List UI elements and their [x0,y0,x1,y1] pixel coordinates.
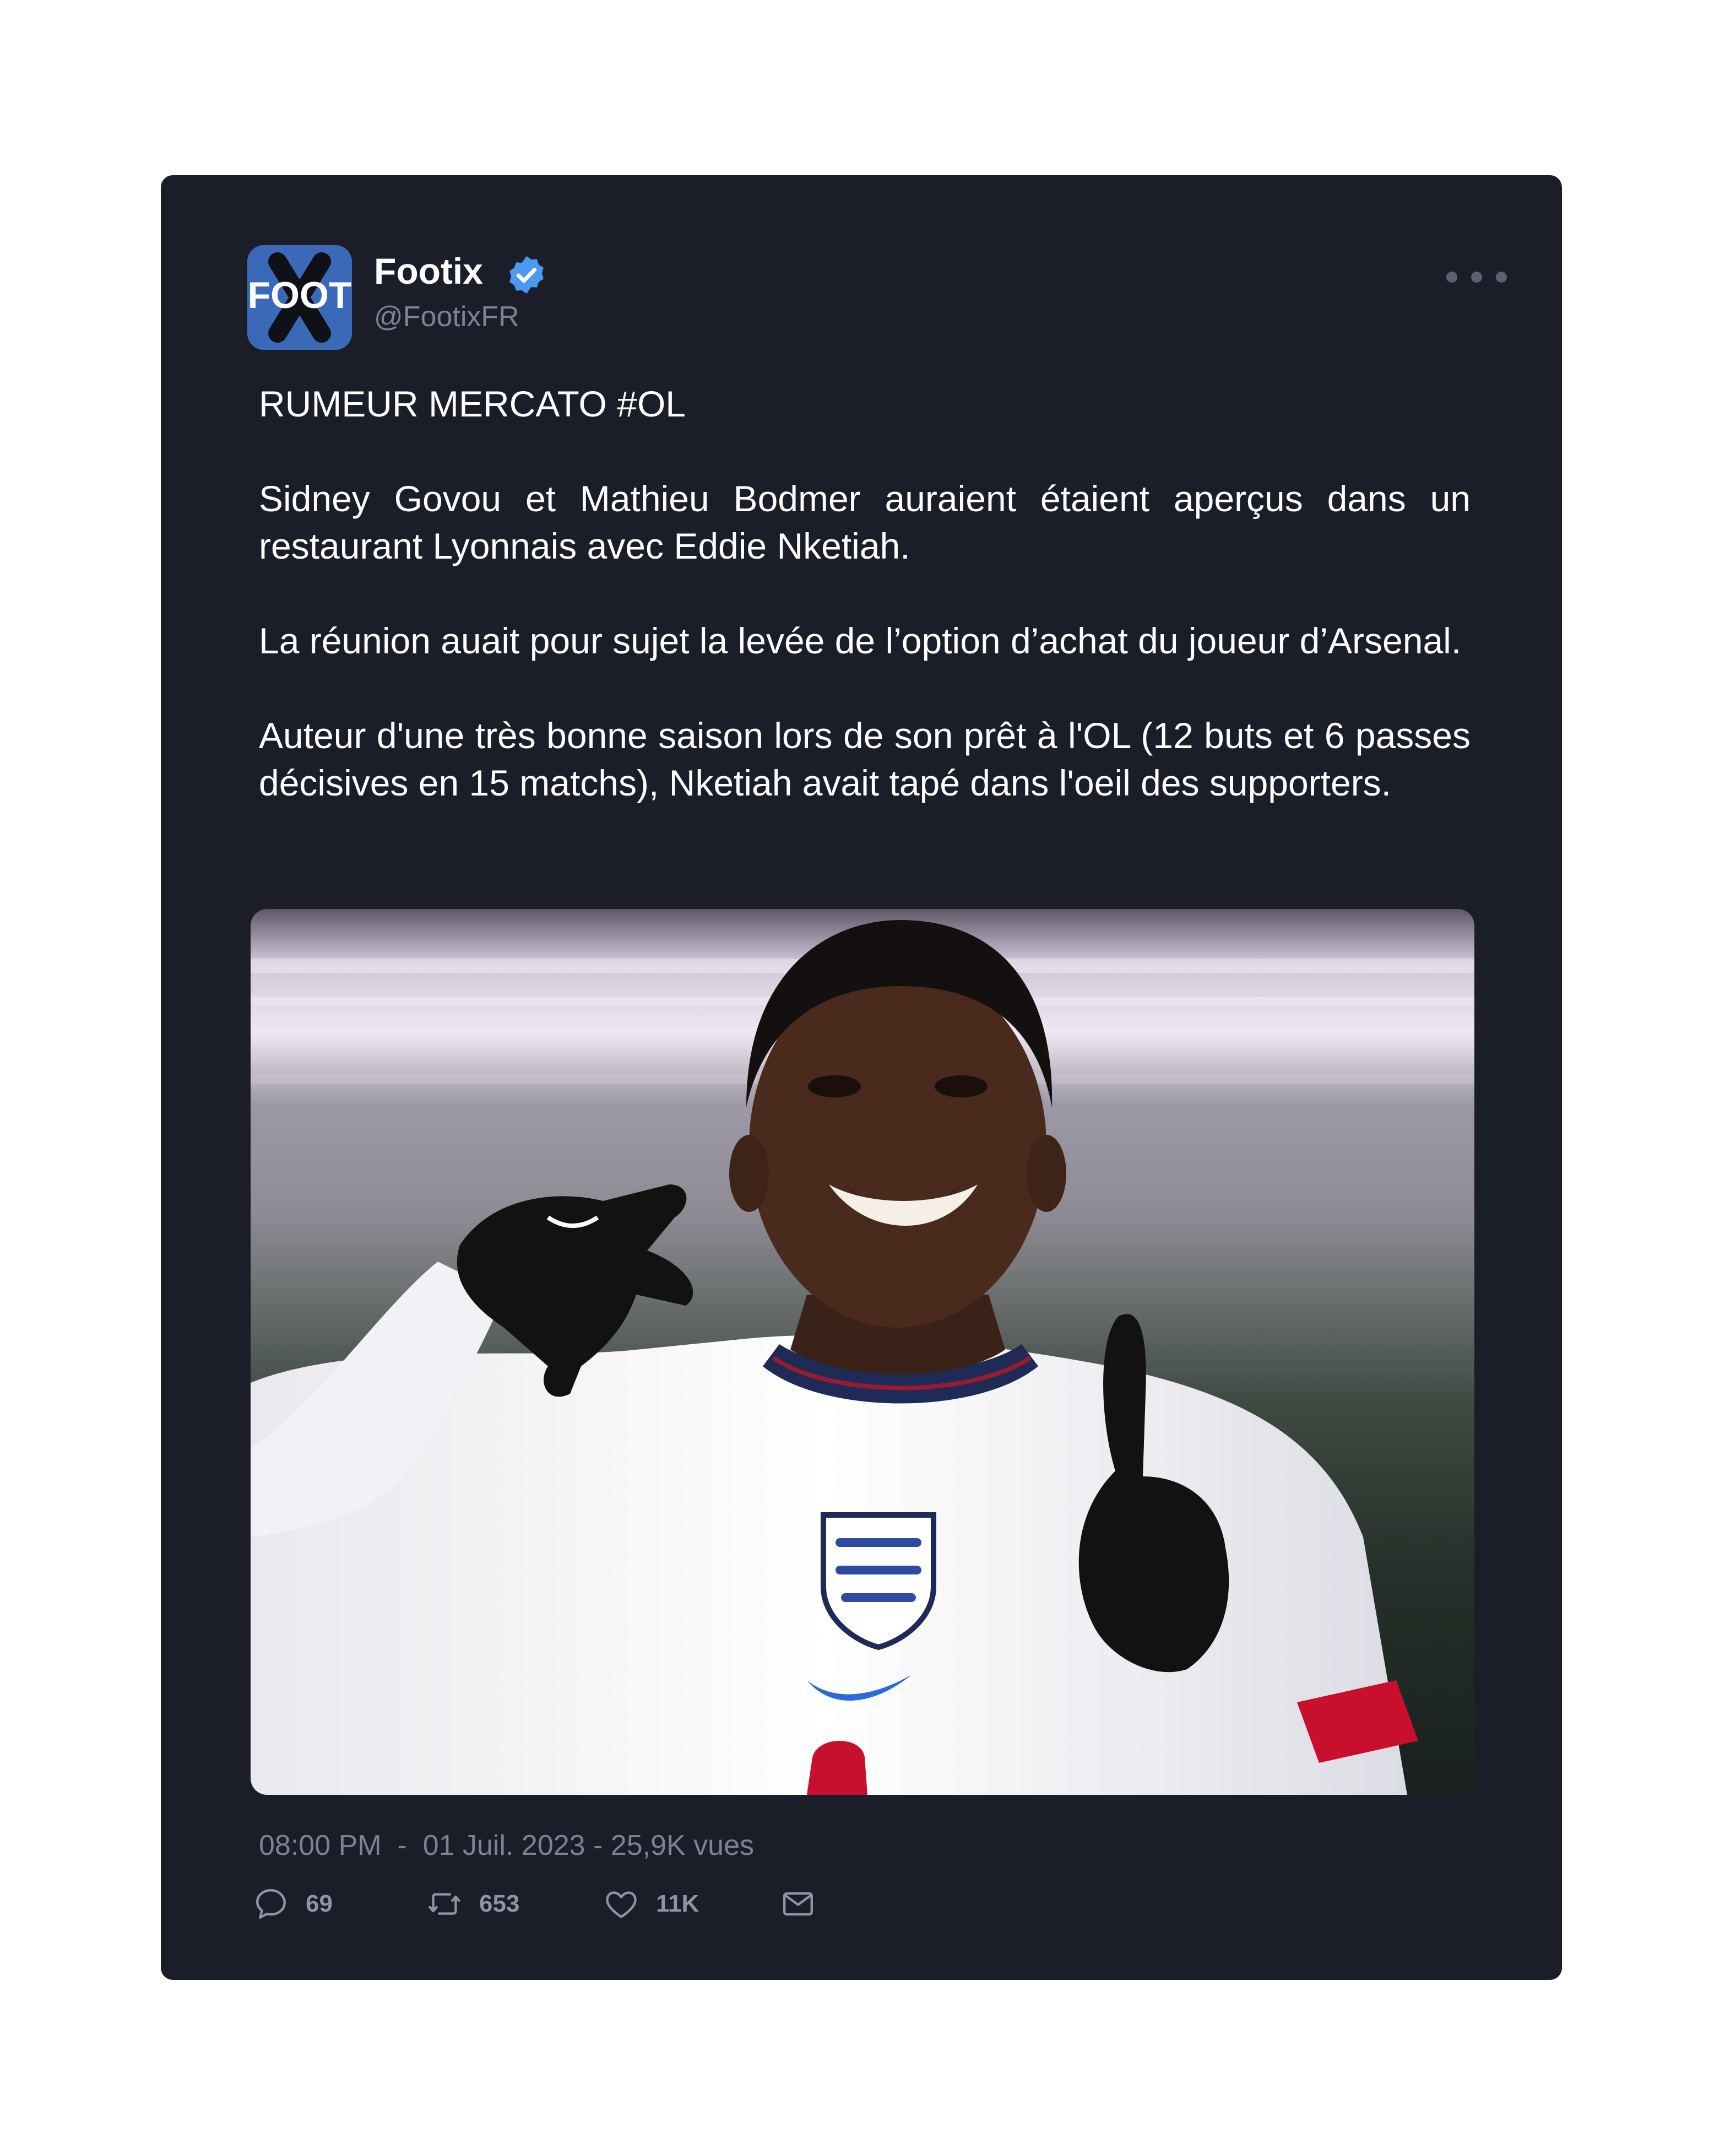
retweet-arrows-icon [428,1893,461,1915]
tweet-headline: RUMEUR MERCATO #OL [259,383,686,424]
more-options-button[interactable] [1446,263,1507,291]
player-photo-image [251,909,1474,1795]
share-button[interactable] [779,1882,817,1926]
tweet-paragraph: Sidney Govou et Mathieu Bodmer auraient … [259,478,1471,566]
tweet-paragraph: Auteur d'une très bonne saison lors de s… [259,715,1471,803]
reply-count: 69 [306,1890,333,1917]
tweet-date[interactable]: 01 Juil. 2023 [423,1830,585,1861]
speech-bubble-icon [256,1889,286,1919]
like-count: 11K [656,1890,699,1917]
envelope-icon [783,1892,813,1916]
author-name[interactable]: Footix [374,249,483,293]
tweet-text: RUMEUR MERCATO #OL Sidney Govou et Mathi… [259,380,1471,807]
ellipsis-icon [1496,272,1507,283]
tweet-photo[interactable] [251,909,1474,1795]
meta-separator: - [593,1830,603,1861]
avatar[interactable]: FOOT [247,245,352,350]
tweet-actions: 69 653 11K [252,1882,858,1926]
meta-separator: - [397,1830,407,1861]
heart-icon [606,1891,637,1918]
ellipsis-icon [1446,272,1457,283]
tweet-paragraph: La réunion auait pour sujet la levée de … [259,620,1462,661]
footix-logo-icon: FOOT [247,245,352,350]
like-button[interactable]: 11K [602,1882,699,1926]
tweet-meta: 08:00 PM - 01 Juil. 2023 - 25,9K vues [259,1828,754,1863]
reply-button[interactable]: 69 [252,1882,333,1926]
ellipsis-icon [1471,272,1482,283]
author-handle[interactable]: @FootixFR [374,299,519,334]
avatar-logo-text: FOOT [248,274,352,316]
tweet-views: 25,9K vues [610,1830,755,1861]
tweet-card: FOOT Footix @FootixFR RUMEUR MERCATO #OL… [161,175,1562,1980]
tweet-time[interactable]: 08:00 PM [259,1830,382,1861]
verified-badge-icon [509,256,544,294]
retweet-button[interactable]: 653 [425,1882,519,1926]
retweet-count: 653 [479,1890,520,1917]
